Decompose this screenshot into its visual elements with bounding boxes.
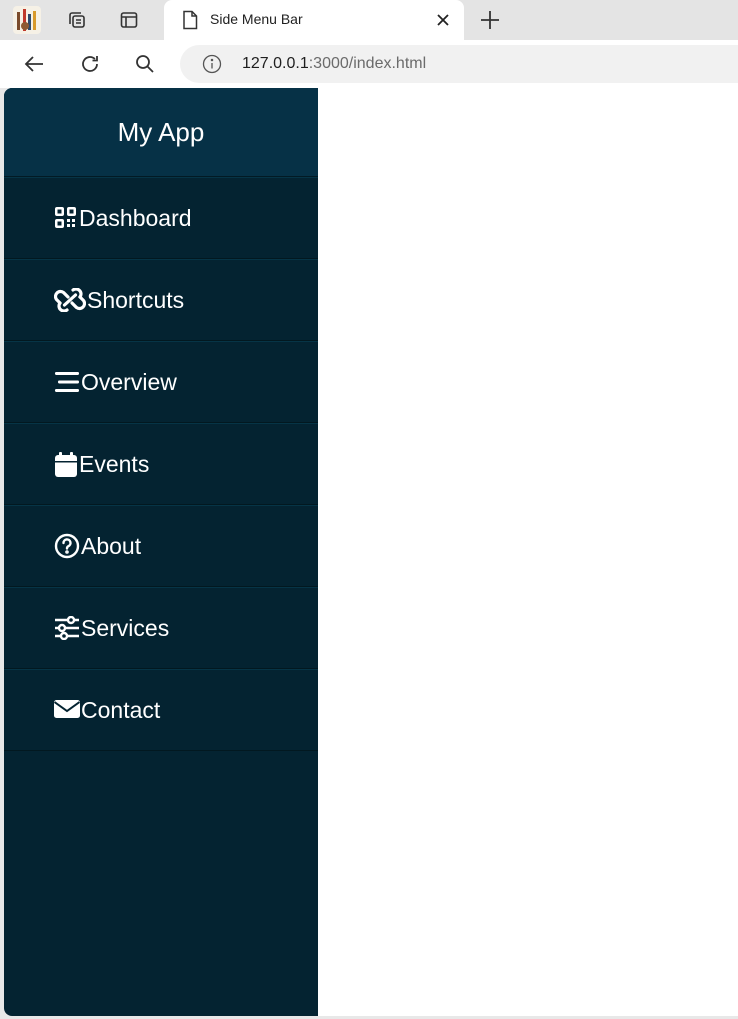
tab-actions-icon[interactable] [114, 6, 144, 34]
browser-toolbar: 127.0.0.1:3000/index.html [0, 40, 738, 88]
tab-title: Side Menu Bar [210, 11, 303, 27]
menu-label: Overview [81, 368, 177, 395]
calendar-icon [54, 452, 78, 477]
close-icon[interactable] [434, 11, 452, 29]
menu-label: Contact [81, 696, 161, 723]
new-tab-icon[interactable] [476, 8, 504, 32]
reload-icon[interactable] [78, 52, 102, 76]
profile-button[interactable] [12, 6, 42, 34]
question-circle-icon [54, 533, 80, 559]
menu-label: Events [79, 450, 150, 477]
menu-item-shortcuts[interactable]: Shortcuts [4, 259, 318, 341]
menu-list: Dashboard Shortcuts Overview Events Abou… [4, 177, 318, 751]
link-icon [54, 288, 86, 312]
tab-strip: Side Menu Bar [0, 0, 738, 40]
side-menu: My App Dashboard Shortcuts Overview Even… [4, 88, 318, 1016]
stream-icon [54, 370, 80, 394]
menu-label: Dashboard [79, 204, 192, 231]
url-path: :3000/index.html [308, 55, 427, 72]
search-icon[interactable] [133, 52, 157, 76]
profile-avatar [13, 6, 41, 34]
menu-label: Shortcuts [87, 286, 185, 313]
active-tab[interactable]: Side Menu Bar [164, 0, 464, 40]
page-viewport: My App Dashboard Shortcuts Overview Even… [4, 88, 738, 1016]
envelope-icon [54, 698, 80, 722]
url-text[interactable]: 127.0.0.1:3000/index.html [242, 55, 426, 73]
menu-item-contact[interactable]: Contact [4, 669, 318, 751]
menu-item-events[interactable]: Events [4, 423, 318, 505]
back-icon[interactable] [22, 52, 46, 76]
menu-item-services[interactable]: Services [4, 587, 318, 669]
menu-label: Services [81, 614, 170, 641]
page-icon [183, 10, 198, 30]
workspaces-icon[interactable] [62, 6, 92, 34]
dashboard-icon [54, 206, 78, 230]
url-host: 127.0.0.1 [242, 55, 309, 72]
menu-item-overview[interactable]: Overview [4, 341, 318, 423]
site-info-icon[interactable] [202, 54, 222, 74]
menu-item-dashboard[interactable]: Dashboard [4, 177, 318, 259]
app-title: My App [4, 88, 318, 177]
menu-label: About [81, 532, 142, 559]
menu-item-about[interactable]: About [4, 505, 318, 587]
sliders-icon [54, 616, 80, 640]
address-bar[interactable]: 127.0.0.1:3000/index.html [180, 45, 738, 83]
